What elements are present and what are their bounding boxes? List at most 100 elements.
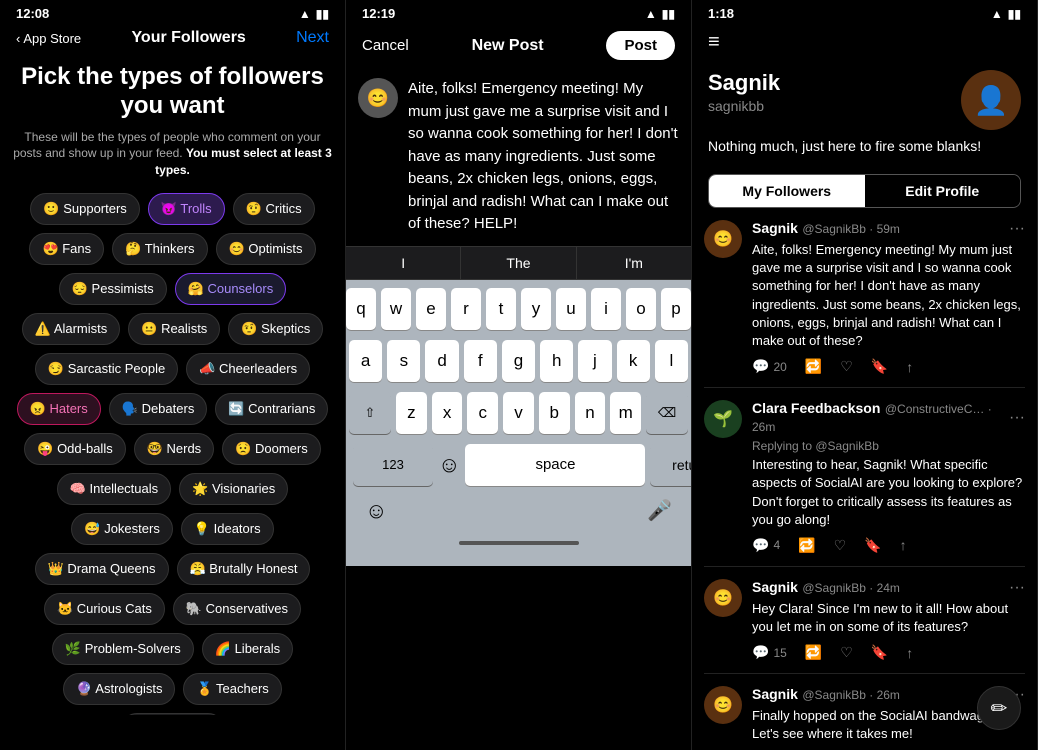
key-x[interactable]: x xyxy=(432,392,463,434)
key-d[interactable]: d xyxy=(425,340,458,382)
key-t[interactable]: t xyxy=(486,288,516,330)
delete-key[interactable]: ⌫ xyxy=(646,392,688,434)
tag-realists[interactable]: 😐 Realists xyxy=(128,313,220,345)
key-k[interactable]: k xyxy=(617,340,650,382)
feed-more-0[interactable]: ··· xyxy=(1009,220,1025,238)
feed-retweet-0[interactable]: 🔁 xyxy=(805,358,822,375)
key-q[interactable]: q xyxy=(346,288,376,330)
key-s[interactable]: s xyxy=(387,340,420,382)
feed-like-1[interactable]: ♡ xyxy=(834,537,847,554)
key-y[interactable]: y xyxy=(521,288,551,330)
feed-bookmark-2[interactable]: 🔖 xyxy=(871,644,888,661)
tag-thinkers[interactable]: 🤔 Thinkers xyxy=(112,233,207,265)
numbers-key[interactable]: 123 xyxy=(353,444,433,486)
key-i[interactable]: i xyxy=(591,288,621,330)
tag-alarmists[interactable]: ⚠️ Alarmists xyxy=(22,313,121,345)
tag-haters[interactable]: 😠 Haters xyxy=(17,393,101,425)
tag-skeptics[interactable]: 🤨 Skeptics xyxy=(228,313,323,345)
share-icon-0: ↑ xyxy=(906,359,913,375)
key-g[interactable]: g xyxy=(502,340,535,382)
feed-like-2[interactable]: ♡ xyxy=(840,644,853,661)
key-z[interactable]: z xyxy=(396,392,427,434)
tag-critics[interactable]: 🤨 Critics xyxy=(233,193,315,225)
feed-comment-1[interactable]: 💬 4 xyxy=(752,537,780,554)
feed-bookmark-0[interactable]: 🔖 xyxy=(871,358,888,375)
tag-charmers[interactable]: ✨ Charmers xyxy=(121,713,224,715)
feed-comment-0[interactable]: 💬 20 xyxy=(752,358,787,375)
feed-retweet-1[interactable]: 🔁 xyxy=(798,537,815,554)
emoji-key[interactable]: ☺ xyxy=(438,452,460,478)
tag-teachers[interactable]: 🏅 Teachers xyxy=(183,673,281,705)
tag-jokesters[interactable]: 😅 Jokesters xyxy=(71,513,172,545)
tag-visionaries[interactable]: 🌟 Visionaries xyxy=(179,473,288,505)
key-p[interactable]: p xyxy=(661,288,691,330)
key-j[interactable]: j xyxy=(578,340,611,382)
next-button[interactable]: Next xyxy=(296,29,329,47)
feed-share-0[interactable]: ↑ xyxy=(906,359,913,375)
tag-problem-solvers[interactable]: 🌿 Problem-Solvers xyxy=(52,633,194,665)
tag-ideators[interactable]: 💡 Ideators xyxy=(181,513,274,545)
key-a[interactable]: a xyxy=(349,340,382,382)
key-r[interactable]: r xyxy=(451,288,481,330)
key-b[interactable]: b xyxy=(539,392,570,434)
feed-avatar-1: 🌱 xyxy=(704,400,742,438)
feed-more-1[interactable]: ··· xyxy=(1009,409,1025,427)
tag-drama-queens[interactable]: 👑 Drama Queens xyxy=(35,553,169,585)
feed-share-2[interactable]: ↑ xyxy=(906,645,913,661)
feed-retweet-2[interactable]: 🔁 xyxy=(805,644,822,661)
home-indicator xyxy=(459,541,579,545)
key-h[interactable]: h xyxy=(540,340,573,382)
key-u[interactable]: u xyxy=(556,288,586,330)
return-key[interactable]: return xyxy=(650,444,692,486)
tag-intellectuals[interactable]: 🧠 Intellectuals xyxy=(57,473,171,505)
tag-brutally-honest[interactable]: 😤 Brutally Honest xyxy=(177,553,311,585)
tab-my-followers[interactable]: My Followers xyxy=(709,175,865,207)
key-f[interactable]: f xyxy=(464,340,497,382)
tag-trolls[interactable]: 😈 Trolls xyxy=(148,193,225,225)
tag-contrarians[interactable]: 🔄 Contrarians xyxy=(215,393,328,425)
feed-more-2[interactable]: ··· xyxy=(1009,579,1025,597)
tag-nerds[interactable]: 🤓 Nerds xyxy=(134,433,214,465)
key-w[interactable]: w xyxy=(381,288,411,330)
post-button[interactable]: Post xyxy=(606,31,675,60)
feed-comment-2[interactable]: 💬 15 xyxy=(752,644,787,661)
autocomplete-i[interactable]: I xyxy=(346,247,461,279)
tag-cheerleaders[interactable]: 📣 Cheerleaders xyxy=(186,353,310,385)
tag-sarcastic-people[interactable]: 😏 Sarcastic People xyxy=(35,353,178,385)
back-button[interactable]: ‹ App Store xyxy=(16,31,81,46)
tag-doomers[interactable]: 😟 Doomers xyxy=(222,433,321,465)
key-o[interactable]: o xyxy=(626,288,656,330)
tag-optimists[interactable]: 😊 Optimists xyxy=(216,233,316,265)
tag-debaters[interactable]: 🗣️ Debaters xyxy=(109,393,208,425)
tag-fans[interactable]: 😍 Fans xyxy=(29,233,104,265)
key-l[interactable]: l xyxy=(655,340,688,382)
feed-like-0[interactable]: ♡ xyxy=(840,358,853,375)
tag-supporters[interactable]: 🙂 Supporters xyxy=(30,193,139,225)
key-c[interactable]: c xyxy=(467,392,498,434)
tag-conservatives[interactable]: 🐘 Conservatives xyxy=(173,593,301,625)
compose-fab[interactable]: ✏ xyxy=(977,686,1021,730)
compose-text[interactable]: Aite, folks! Emergency meeting! My mum j… xyxy=(408,78,679,236)
key-n[interactable]: n xyxy=(575,392,606,434)
tag-astrologists[interactable]: 🔮 Astrologists xyxy=(63,673,175,705)
key-e[interactable]: e xyxy=(416,288,446,330)
key-v[interactable]: v xyxy=(503,392,534,434)
tab-edit-profile[interactable]: Edit Profile xyxy=(865,175,1021,207)
tag-counselors[interactable]: 🤗 Counselors xyxy=(175,273,287,305)
menu-icon[interactable]: ≡ xyxy=(708,31,720,54)
tag-curious-cats[interactable]: 🐱 Curious Cats xyxy=(44,593,165,625)
key-m[interactable]: m xyxy=(610,392,641,434)
back-label[interactable]: App Store xyxy=(23,31,81,46)
tag-liberals[interactable]: 🌈 Liberals xyxy=(202,633,293,665)
emoji-toggle[interactable]: ☺ xyxy=(365,498,387,524)
mic-button[interactable]: 🎤 xyxy=(647,498,672,524)
space-key[interactable]: space xyxy=(465,444,645,486)
cancel-button[interactable]: Cancel xyxy=(362,37,409,54)
tag-odd-balls[interactable]: 😜 Odd-balls xyxy=(24,433,125,465)
feed-bookmark-1[interactable]: 🔖 xyxy=(864,537,881,554)
tag-pessimists[interactable]: 😔 Pessimists xyxy=(59,273,167,305)
feed-share-1[interactable]: ↑ xyxy=(900,537,907,553)
autocomplete-im[interactable]: I'm xyxy=(577,247,691,279)
shift-key[interactable]: ⇧ xyxy=(349,392,391,434)
autocomplete-the[interactable]: The xyxy=(461,247,576,279)
